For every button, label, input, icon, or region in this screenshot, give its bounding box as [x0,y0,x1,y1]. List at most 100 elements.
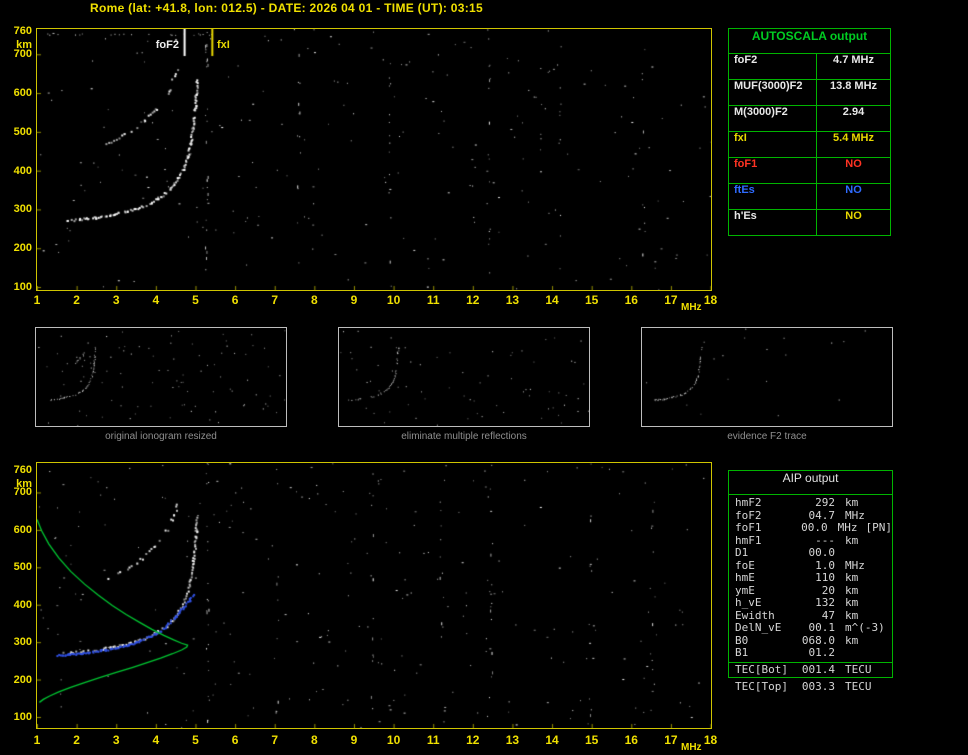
aip-row-hmF2: hmF2292km [729,497,892,510]
x-tick-label: 8 [302,733,326,747]
x-tick-label: 7 [263,733,287,747]
x-tick-label: 17 [659,733,683,747]
y-tick-label: 100 [2,281,32,293]
aip-param-name: DelN_vE [729,622,799,635]
aip-param-flag: [PN] [858,522,893,535]
autoscala-param-name: foF1 [729,158,817,183]
aip-param-value: 001.4 [799,663,835,677]
ionogram-plot [36,28,712,291]
autoscala-row-foF1: foF1NO [729,158,890,184]
x-axis-unit-label: MHz [681,302,707,313]
aip-output-panel: AIP output hmF2292kmfoF204.7MHzfoF100.0M… [728,470,893,678]
aip-param-unit: TECU [835,681,872,694]
y-tick-label: 200 [2,242,32,254]
y-tick-label: 500 [2,561,32,573]
thumbnail-evidence-f2-trace [641,327,893,427]
autoscala-param-name: MUF(3000)F2 [729,80,817,105]
aip-param-value: 00.0 [799,547,835,560]
autoscala-row-ftEs: ftEsNO [729,184,890,210]
aip-param-name: foF1 [729,522,794,535]
y-tick-label: 600 [2,87,32,99]
x-tick-label: 7 [263,293,287,307]
aip-output-rows: hmF2292kmfoF204.7MHzfoF100.0MHz[PN]hmF1-… [729,495,892,662]
y-tick-label: 400 [2,599,32,611]
thumbnail-caption-eliminate: eliminate multiple reflections [338,431,590,442]
aip-row-B1: B101.2 [729,647,892,660]
aip-param-name: h_vE [729,597,799,610]
x-tick-label: 14 [540,733,564,747]
x-tick-label: 8 [302,293,326,307]
x-axis-unit-label: MHz [681,742,707,753]
aip-param-unit: MHz [828,522,858,535]
aip-row-h_vE: h_vE132km [729,597,892,610]
autoscala-output-rows: foF24.7 MHzMUF(3000)F213.8 MHzM(3000)F22… [729,54,890,235]
y-tick-label: 200 [2,674,32,686]
autoscala-row-h'Es: h'EsNO [729,210,890,235]
y-tick-label: 300 [2,636,32,648]
x-tick-label: 13 [500,733,524,747]
autoscala-row-foF2: foF24.7 MHz [729,54,890,80]
x-tick-label: 5 [183,293,207,307]
aip-tec-top-row: TEC[Top]003.3TECU [729,681,892,694]
x-tick-label: 3 [104,293,128,307]
aip-param-name: D1 [729,547,799,560]
autoscala-param-value: NO [817,158,890,183]
aip-param-unit [835,547,845,560]
aip-param-value: 00.0 [794,522,827,535]
y-tick-label: 300 [2,203,32,215]
thumbnail-caption-evidence: evidence F2 trace [641,431,893,442]
aip-row-TEC[Top]: TEC[Top]003.3TECU [729,681,892,694]
x-tick-label: 4 [144,733,168,747]
autoscala-param-value: 4.7 MHz [817,54,890,79]
autoscala-row-M(3000)F2: M(3000)F22.94 [729,106,890,132]
x-tick-label: 10 [382,733,406,747]
x-tick-label: 3 [104,733,128,747]
thumbnail-original-canvas [36,328,286,426]
autoscala-row-MUF(3000)F2: MUF(3000)F213.8 MHz [729,80,890,106]
thumbnail-evidence-canvas [642,328,892,426]
x-tick-label: 16 [619,733,643,747]
profile-ionogram-plot [36,462,712,729]
x-tick-label: 1 [25,293,49,307]
x-tick-label: 14 [540,293,564,307]
aip-param-unit: km [835,535,858,548]
x-tick-label: 2 [65,293,89,307]
thumbnail-caption-original: original ionogram resized [35,431,287,442]
ionogram-canvas [37,29,711,290]
x-tick-label: 6 [223,293,247,307]
x-tick-label: 15 [580,733,604,747]
x-tick-label: 9 [342,733,366,747]
aip-param-unit: km [835,635,858,648]
autoscala-app-screen: Rome (lat: +41.8, lon: 012.5) - DATE: 20… [0,0,968,755]
aip-param-unit: TECU [835,663,872,677]
aip-param-value: 003.3 [799,681,835,694]
autoscala-param-value: NO [817,184,890,209]
y-tick-label: 100 [2,711,32,723]
y-tick-label: 400 [2,165,32,177]
x-tick-label: 16 [619,293,643,307]
aip-row-TEC[Bot]: TEC[Bot]001.4TECU [729,663,892,677]
thumbnail-eliminate-reflections [338,327,590,427]
autoscala-param-value: 5.4 MHz [817,132,890,157]
x-tick-label: 15 [580,293,604,307]
aip-param-name: hmF2 [729,497,799,510]
thumbnail-eliminate-canvas [339,328,589,426]
aip-param-unit: km [835,597,858,610]
autoscala-param-value: 13.8 MHz [817,80,890,105]
x-tick-label: 17 [659,293,683,307]
fxI-marker-label: fxI [217,39,230,51]
x-tick-label: 9 [342,293,366,307]
x-tick-label: 1 [25,733,49,747]
aip-param-value: 132 [799,597,835,610]
aip-param-value: 00.1 [799,622,835,635]
y-tick-label: 500 [2,126,32,138]
x-tick-label: 5 [183,733,207,747]
aip-output-title: AIP output [729,471,892,495]
aip-param-unit: m^(-3) [835,622,885,635]
x-tick-label: 4 [144,293,168,307]
autoscala-output-panel: AUTOSCALA output foF24.7 MHzMUF(3000)F21… [728,28,891,236]
aip-row-hmE: hmE110km [729,572,892,585]
aip-param-unit: km [835,572,858,585]
x-tick-label: 10 [382,293,406,307]
autoscala-param-name: fxI [729,132,817,157]
